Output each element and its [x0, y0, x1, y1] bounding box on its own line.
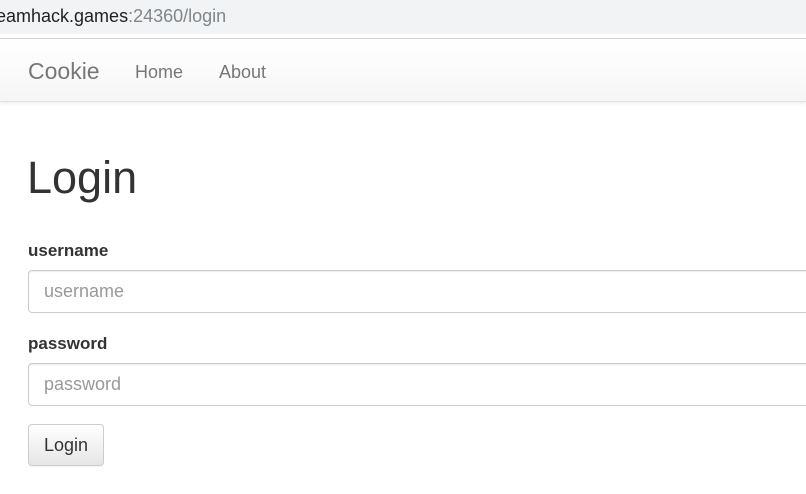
login-button[interactable]: Login — [28, 424, 105, 466]
nav-link-about[interactable]: About — [219, 62, 266, 82]
username-label: username — [28, 241, 109, 260]
address-bar[interactable]: teamhack.games:24360/login — [0, 0, 806, 34]
url-port-path: :24360/login — [128, 6, 227, 26]
page-title: Login — [27, 152, 138, 203]
nav-link-home[interactable]: Home — [135, 62, 183, 82]
url-text[interactable]: teamhack.games:24360/login — [0, 5, 226, 27]
url-host: teamhack.games — [0, 6, 129, 26]
username-input[interactable] — [28, 270, 806, 313]
password-input[interactable] — [28, 363, 806, 406]
navbar: Cookie Home About — [0, 38, 806, 102]
navbar-brand[interactable]: Cookie — [28, 58, 100, 84]
password-label: password — [28, 334, 108, 353]
